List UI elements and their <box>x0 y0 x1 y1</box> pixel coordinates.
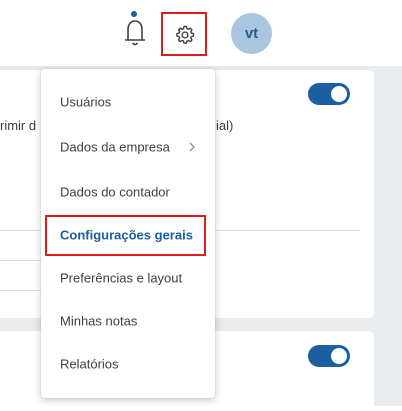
toggle-switch[interactable] <box>308 83 350 105</box>
menu-item-label: Dados do contador <box>60 184 170 200</box>
menu-item-minhas-notas[interactable]: Minhas notas <box>41 301 215 341</box>
menu-item-usuarios[interactable]: Usuários <box>41 82 215 122</box>
menu-item-label: Relatórios <box>60 356 119 372</box>
user-avatar[interactable]: vt <box>231 13 272 54</box>
menu-item-preferencias-e-layout[interactable]: Preferências e layout <box>41 258 215 298</box>
card-text-partial-right: ial) <box>216 118 234 133</box>
menu-item-label: Usuários <box>60 94 112 110</box>
settings-button[interactable] <box>161 12 207 56</box>
chevron-right-icon <box>189 142 195 152</box>
gear-icon <box>176 25 195 44</box>
menu-item-label: Preferências e layout <box>60 270 183 286</box>
highlight-box <box>45 215 206 256</box>
notification-dot <box>131 11 137 17</box>
menu-item-dados-da-empresa[interactable]: Dados da empresa <box>41 127 215 167</box>
menu-item-dados-do-contador[interactable]: Dados do contador <box>41 172 215 212</box>
toggle-knob <box>331 348 347 364</box>
menu-item-label: Dados da empresa <box>60 139 170 155</box>
settings-dropdown-menu: Usuários Dados da empresa Dados do conta… <box>41 69 215 398</box>
toggle-switch[interactable] <box>308 345 350 367</box>
top-bar: vt <box>0 0 402 66</box>
menu-item-label: Minhas notas <box>60 313 138 329</box>
card-text-partial: rimir d <box>0 118 37 133</box>
toggle-knob <box>331 86 347 102</box>
menu-item-relatorios[interactable]: Relatórios <box>41 344 215 384</box>
